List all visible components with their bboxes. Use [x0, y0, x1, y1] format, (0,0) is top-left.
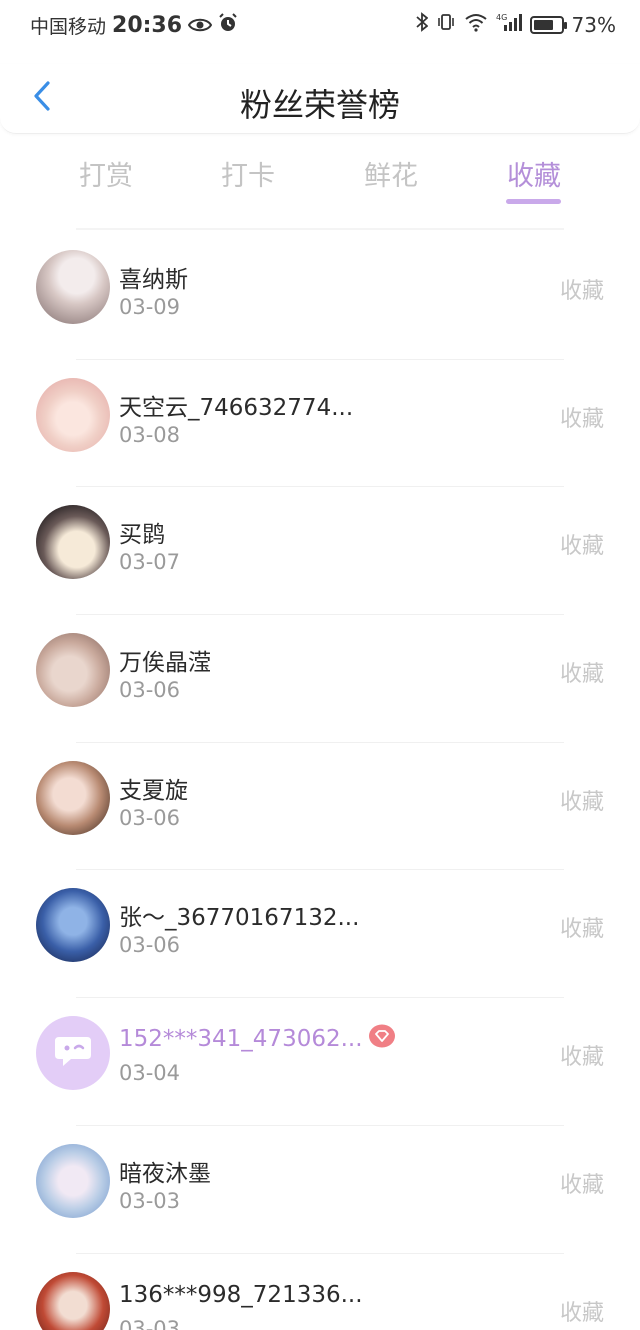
tab-checkin[interactable]: 打卡 [208, 154, 288, 193]
action-label: 收藏 [559, 789, 604, 815]
list-item[interactable]: 天空云_746632774... 03-08 收藏 [0, 360, 640, 488]
fan-name: 喜纳斯 [119, 267, 188, 293]
fan-date: 03-06 [119, 805, 181, 830]
fan-date: 03-06 [119, 678, 181, 703]
app-header: 粉丝荣誉榜 [0, 64, 640, 134]
list-item[interactable]: 152***341_473062... 03-04 收藏 [0, 998, 640, 1126]
fan-date: 03-03 [119, 1316, 181, 1330]
battery-percentage: 73% [571, 12, 616, 37]
fan-name: 暗夜沐墨 [119, 1160, 211, 1187]
fan-date: 03-03 [119, 1188, 181, 1213]
list-item[interactable]: 张～_36770167132... 03-06 收藏 [0, 870, 640, 999]
tab-reward[interactable]: 打赏 [66, 154, 146, 193]
page-title: 粉丝荣誉榜 [239, 86, 400, 124]
avatar [36, 1143, 110, 1218]
status-left: 中国移动 20:36 [30, 12, 238, 39]
avatar [36, 1271, 110, 1330]
list-item[interactable]: 喜纳斯 03-09 收藏 [0, 232, 640, 360]
avatar [36, 505, 110, 580]
fan-name: 买鹍 [119, 522, 165, 549]
fan-date: 03-04 [119, 1061, 181, 1086]
list-item[interactable]: 支夏旋 03-06 收藏 [0, 743, 640, 871]
battery-icon [529, 15, 567, 34]
avatar [36, 760, 110, 835]
active-tab-indicator [506, 199, 561, 204]
signal-icon: 4G [496, 12, 522, 37]
diamond-badge-icon [368, 1024, 396, 1048]
avatar [36, 633, 110, 708]
fan-date: 03-06 [119, 933, 181, 958]
fan-name: 天空云_746632774... [119, 394, 354, 421]
eye-icon [187, 14, 213, 38]
action-label: 收藏 [559, 534, 604, 560]
action-label: 收藏 [559, 1045, 604, 1071]
fan-name: 152***341_473062... [119, 1026, 363, 1053]
list-item[interactable]: 买鹍 03-07 收藏 [0, 487, 640, 616]
fan-name: 张～_36770167132... [119, 905, 360, 932]
tabs-divider [76, 228, 564, 230]
avatar [36, 250, 110, 324]
list-item[interactable]: 暗夜沐墨 03-03 收藏 [0, 1126, 640, 1254]
avatar [36, 1016, 110, 1091]
list-item[interactable]: 万俟晶滢 03-06 收藏 [0, 615, 640, 743]
fan-name: 136***998_721336... [119, 1281, 363, 1308]
status-bar: 中国移动 20:36 4G 73% [0, 0, 640, 54]
network-type-label: 4G [496, 13, 507, 22]
alarm-icon [218, 13, 238, 38]
tab-bar: 打赏 打卡 鲜花 收藏 [0, 146, 640, 216]
action-label: 收藏 [559, 662, 604, 688]
action-label: 收藏 [559, 1300, 604, 1326]
action-label: 收藏 [559, 917, 604, 943]
fan-list: 喜纳斯 03-09 收藏 天空云_746632774... 03-08 收藏 买… [0, 232, 640, 1330]
fan-name: 支夏旋 [119, 777, 188, 804]
action-label: 收藏 [559, 1172, 604, 1198]
battery-level-fill [533, 19, 553, 30]
wifi-icon [464, 12, 488, 37]
list-item[interactable]: 136***998_721336... 03-03 收藏 [0, 1254, 640, 1330]
fan-date: 03-07 [119, 550, 181, 575]
status-right: 4G 73% [415, 12, 616, 37]
action-label: 收藏 [559, 279, 604, 304]
vibrate-icon [436, 12, 456, 37]
clock-time: 20:36 [112, 13, 183, 38]
bluetooth-icon [415, 12, 428, 37]
avatar [36, 888, 110, 963]
action-label: 收藏 [559, 406, 604, 432]
avatar [36, 377, 110, 452]
chat-bubble-icon [53, 1033, 93, 1073]
tab-flowers[interactable]: 鲜花 [351, 154, 431, 193]
fan-date: 03-08 [119, 422, 181, 447]
fan-date: 03-09 [119, 295, 181, 319]
tab-favorites[interactable]: 收藏 [494, 154, 574, 193]
carrier-label: 中国移动 [30, 16, 107, 38]
fan-name: 万俟晶滢 [119, 650, 211, 677]
